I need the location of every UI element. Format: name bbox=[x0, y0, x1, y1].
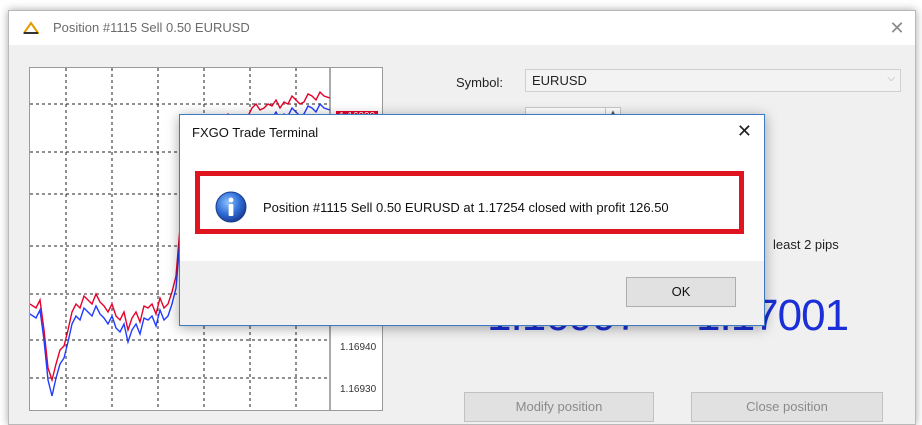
modify-position-button[interactable]: Modify position bbox=[464, 392, 654, 422]
close-position-button[interactable]: Close position bbox=[691, 392, 883, 422]
window-titlebar: Position #1115 Sell 0.50 EURUSD ✕ bbox=[9, 11, 915, 45]
close-window-icon[interactable]: ✕ bbox=[885, 16, 909, 40]
price-axis-label: 1.16940 bbox=[340, 342, 377, 353]
dialog-message: Position #1115 Sell 0.50 EURUSD at 1.172… bbox=[263, 200, 669, 215]
price-axis-label: 1.16930 bbox=[340, 384, 377, 395]
close-dialog-icon[interactable]: ✕ bbox=[737, 121, 752, 142]
message-dialog: FXGO Trade Terminal ✕ Position #1115 Sel… bbox=[179, 114, 765, 326]
dialog-titlebar: FXGO Trade Terminal ✕ bbox=[180, 115, 764, 149]
info-icon bbox=[215, 191, 247, 223]
app-logo-icon bbox=[23, 21, 39, 34]
chevron-down-icon[interactable]: ⌵ bbox=[887, 73, 895, 84]
symbol-label: Symbol: bbox=[456, 75, 503, 90]
dialog-title: FXGO Trade Terminal bbox=[192, 125, 319, 140]
pips-note: least 2 pips bbox=[773, 237, 839, 252]
window-title: Position #1115 Sell 0.50 EURUSD bbox=[53, 20, 250, 35]
ok-button[interactable]: OK bbox=[626, 277, 736, 307]
symbol-value: EURUSD bbox=[532, 73, 587, 88]
symbol-select[interactable]: EURUSD ⌵ bbox=[525, 69, 901, 92]
